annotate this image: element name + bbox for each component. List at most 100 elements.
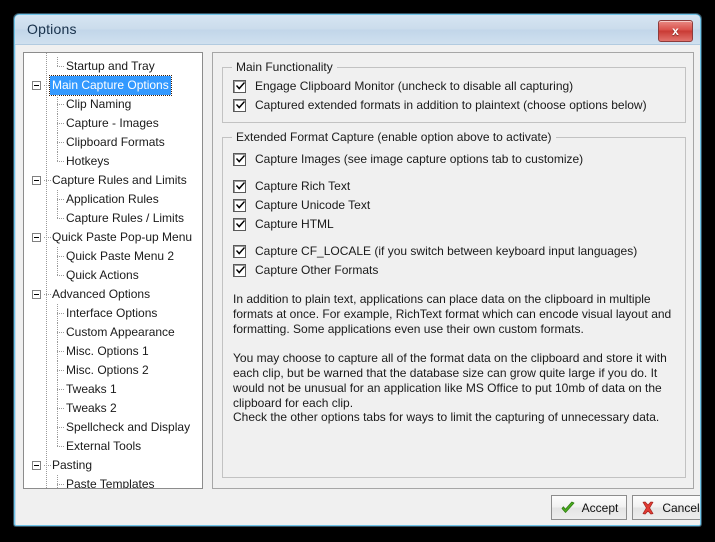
sidebar-item-clipboard-formats[interactable]: Clipboard Formats (24, 133, 202, 152)
tree-connector (44, 237, 51, 238)
tree-connector (57, 256, 65, 257)
sidebar-item-advanced-options[interactable]: Advanced Options (24, 285, 202, 304)
sidebar-item-capture-rules-and-limits[interactable]: Capture Rules and Limits (24, 171, 202, 190)
tree-connector (57, 408, 65, 409)
checkbox-label: Capture Other Formats (255, 263, 379, 277)
checkbox-label: Capture Rich Text (255, 179, 351, 193)
sidebar-item-label: Custom Appearance (66, 325, 175, 339)
sidebar-item-label: Tweaks 1 (66, 382, 117, 396)
tree-connector (44, 180, 51, 181)
tree-connector (57, 427, 65, 428)
dialog-client-area: Startup and Tray Main Capture Options Clip… (16, 45, 700, 525)
checkbox-label: Capture HTML (255, 217, 334, 231)
checkbox-checked[interactable] (233, 199, 246, 212)
sidebar-item-label: Tweaks 2 (66, 401, 117, 415)
tree-connector (57, 484, 65, 485)
tree-connector (57, 199, 65, 200)
sidebar-item-label: Spellcheck and Display (66, 420, 191, 434)
sidebar-item-custom-appearance[interactable]: Custom Appearance (24, 323, 202, 342)
tree-connector (57, 370, 65, 371)
accept-button-label: Accept (581, 500, 619, 515)
checkbox-checked[interactable] (233, 80, 246, 93)
tree-collapse-icon[interactable] (32, 176, 41, 185)
tree-connector (44, 465, 51, 466)
options-content-panel: Main Functionality Engage Clipboard Moni… (212, 52, 694, 489)
sidebar-item-quick-paste-menu-2[interactable]: Quick Paste Menu 2 (24, 247, 202, 266)
tree-connector (57, 218, 65, 219)
cross-icon (640, 500, 656, 516)
sidebar-item-quick-paste-pop-up-menu[interactable]: Quick Paste Pop-up Menu (24, 228, 202, 247)
sidebar-item-external-tools[interactable]: External Tools (24, 437, 202, 456)
options-tree[interactable]: Startup and Tray Main Capture Options Clip… (23, 52, 203, 489)
checkbox-checked[interactable] (233, 99, 246, 112)
group-extended-format-capture-title: Extended Format Capture (enable option a… (232, 130, 556, 144)
tree-connector (44, 294, 51, 295)
sidebar-item-tweaks-2[interactable]: Tweaks 2 (24, 399, 202, 418)
checkbox-checked[interactable] (233, 153, 246, 166)
sidebar-item-label: Hotkeys (66, 154, 110, 168)
tree-collapse-icon[interactable] (32, 233, 41, 242)
sidebar-item-misc-options-1[interactable]: Misc. Options 1 (24, 342, 202, 361)
sidebar-item-label: Quick Paste Menu 2 (66, 249, 175, 263)
title-bar: Options x (15, 15, 700, 45)
dialog-footer: Accept Cancel (16, 495, 700, 525)
tree-connector (57, 475, 58, 488)
sidebar-item-label: Pasting (52, 458, 93, 472)
tree-connector (57, 446, 65, 447)
sidebar-item-clip-naming[interactable]: Clip Naming (24, 95, 202, 114)
cancel-button[interactable]: Cancel (632, 495, 700, 520)
info-paragraph: Check the other options tabs for ways to… (233, 410, 660, 424)
tree-connector (57, 104, 65, 105)
info-paragraph: You may choose to capture all of the for… (233, 351, 667, 410)
sidebar-item-quick-actions[interactable]: Quick Actions (24, 266, 202, 285)
sidebar-item-label: Capture Rules / Limits (66, 211, 185, 225)
sidebar-item-tweaks-1[interactable]: Tweaks 1 (24, 380, 202, 399)
sidebar-item-label: Advanced Options (52, 287, 151, 301)
accept-button[interactable]: Accept (551, 495, 627, 520)
tree-collapse-icon[interactable] (32, 290, 41, 299)
sidebar-item-paste-templates[interactable]: Paste Templates (24, 475, 202, 489)
sidebar-item-label: Quick Actions (66, 268, 139, 282)
tree-connector (57, 123, 65, 124)
checkbox-checked[interactable] (233, 245, 246, 258)
tree-connector (57, 313, 65, 314)
tree-connector (57, 66, 65, 67)
sidebar-item-interface-options[interactable]: Interface Options (24, 304, 202, 323)
checkbox-label: Capture Images (see image capture option… (255, 152, 584, 166)
sidebar-item-misc-options-2[interactable]: Misc. Options 2 (24, 361, 202, 380)
tree-connector (57, 142, 65, 143)
sidebar-item-spellcheck-and-display[interactable]: Spellcheck and Display (24, 418, 202, 437)
sidebar-item-label: Capture - Images (66, 116, 159, 130)
sidebar-item-label: Paste Templates (66, 477, 155, 489)
sidebar-item-label: External Tools (66, 439, 142, 453)
tree-connector (57, 161, 65, 162)
tree-collapse-icon[interactable] (32, 81, 41, 90)
checkbox-label: Capture CF_LOCALE (if you switch between… (255, 244, 638, 258)
tree-collapse-icon[interactable] (32, 461, 41, 470)
sidebar-item-startup-and-tray[interactable]: Startup and Tray (24, 57, 202, 76)
close-icon: x (672, 24, 679, 38)
sidebar-item-pasting[interactable]: Pasting (24, 456, 202, 475)
sidebar-item-label: Startup and Tray (66, 59, 155, 73)
options-window: Options x Startup and Tray Main Capture O… (14, 14, 701, 526)
sidebar-item-capture-rules-limits[interactable]: Capture Rules / Limits (24, 209, 202, 228)
tree-connector (57, 275, 65, 276)
checkbox-checked[interactable] (233, 180, 246, 193)
check-icon (560, 500, 576, 516)
tree-connector (57, 332, 65, 333)
sidebar-item-label: Clip Naming (66, 97, 132, 111)
close-button[interactable]: x (658, 20, 693, 42)
sidebar-item-hotkeys[interactable]: Hotkeys (24, 152, 202, 171)
sidebar-item-application-rules[interactable]: Application Rules (24, 190, 202, 209)
sidebar-item-label: Misc. Options 2 (66, 363, 149, 377)
window-title: Options (27, 21, 77, 37)
sidebar-item-label: Quick Paste Pop-up Menu (52, 230, 193, 244)
info-paragraph: In addition to plain text, applications … (233, 292, 672, 336)
checkbox-label: Engage Clipboard Monitor (uncheck to dis… (255, 79, 574, 93)
sidebar-item-label: Main Capture Options (49, 75, 172, 96)
sidebar-item-main-capture-options[interactable]: Main Capture Options (24, 75, 202, 96)
group-extended-format-capture: Extended Format Capture (enable option a… (222, 130, 686, 478)
checkbox-checked[interactable] (233, 264, 246, 277)
checkbox-checked[interactable] (233, 218, 246, 231)
sidebar-item-capture-images[interactable]: Capture - Images (24, 114, 202, 133)
